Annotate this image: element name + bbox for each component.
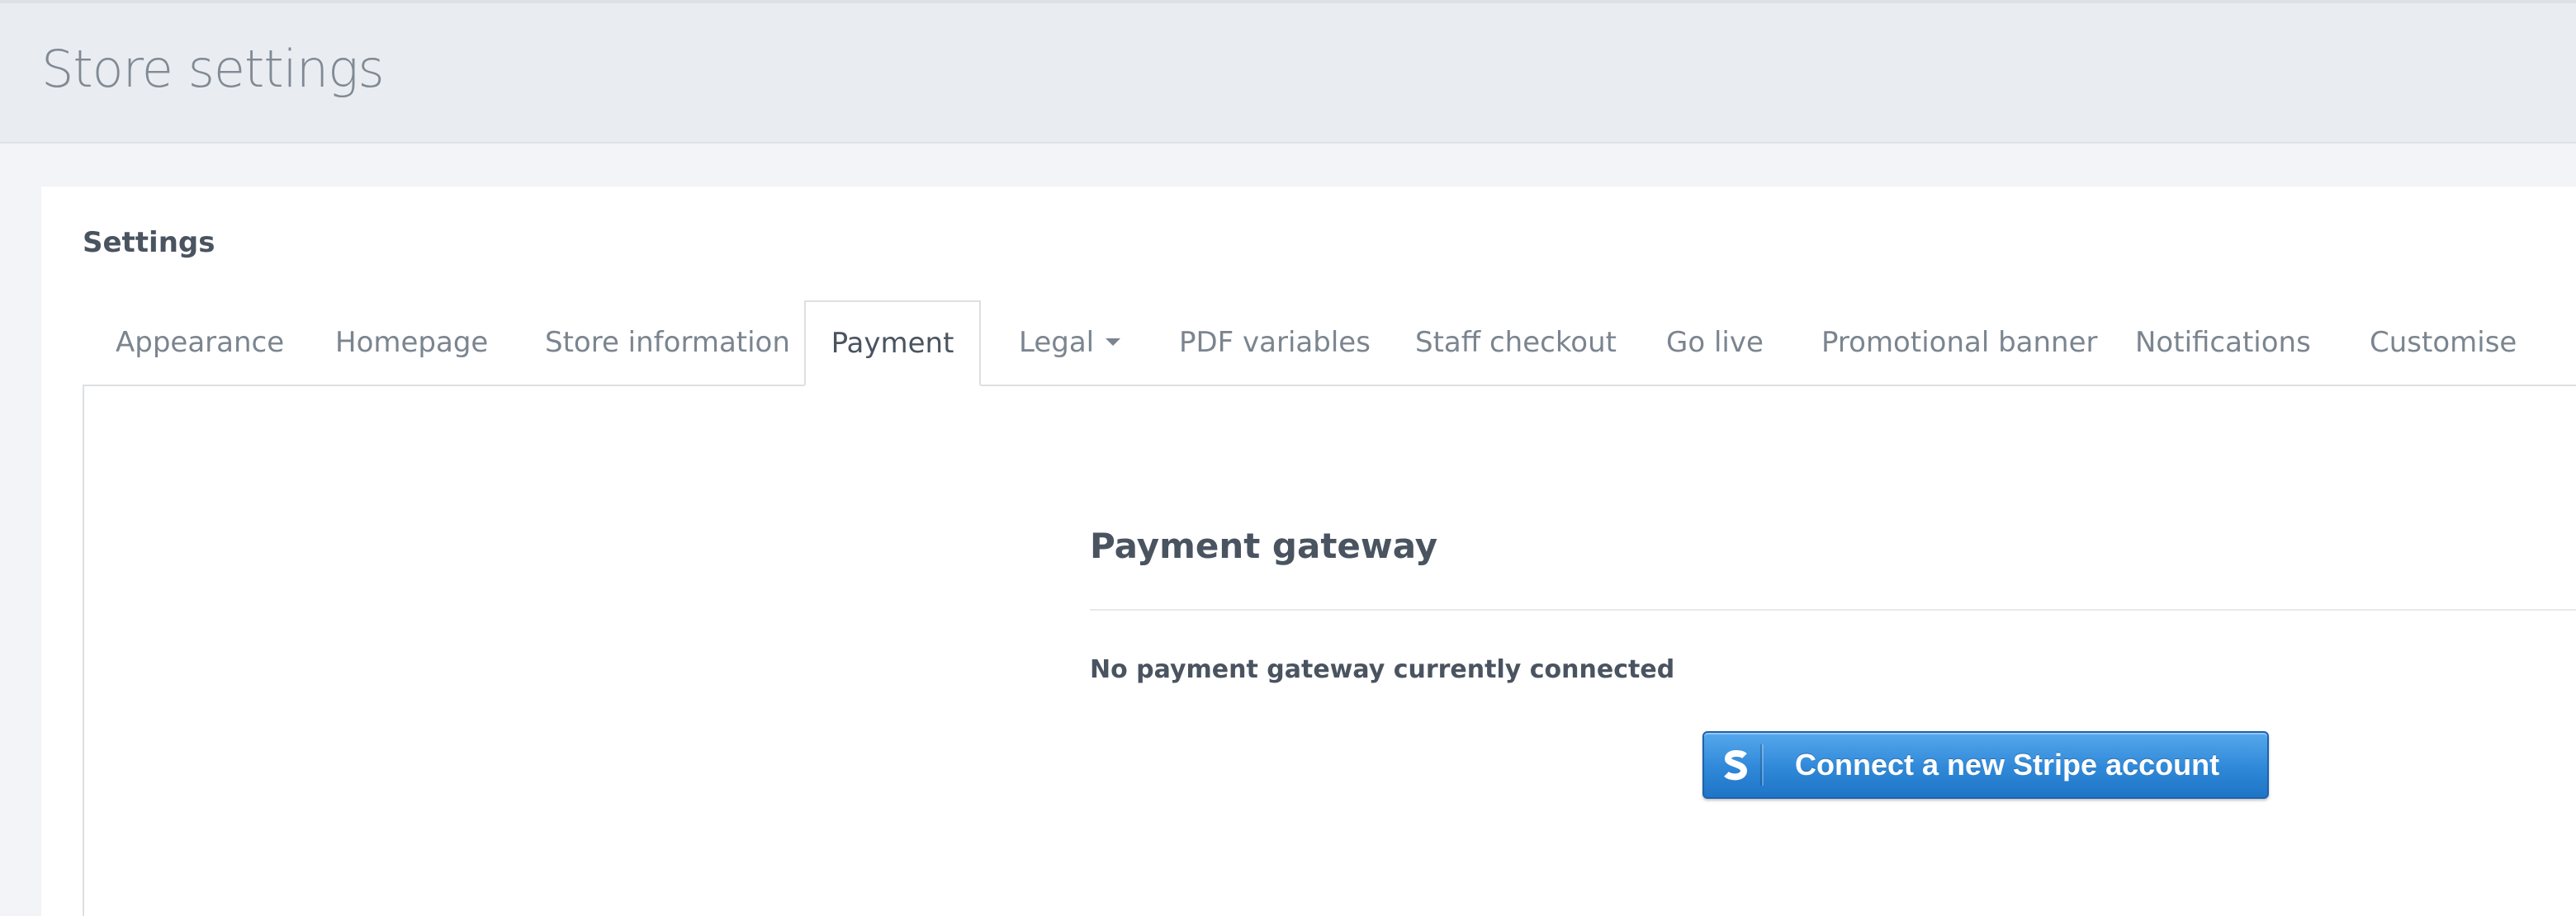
settings-tabs: Appearance Homepage Store information Pa…: [83, 300, 2576, 386]
connect-stripe-button[interactable]: Connect a new Stripe account: [1702, 731, 2269, 799]
tab-payment[interactable]: Payment: [804, 300, 981, 386]
tab-notifications[interactable]: Notifications: [2135, 300, 2311, 385]
gateway-status-text: No payment gateway currently connected: [1090, 655, 1675, 684]
tab-go-live[interactable]: Go live: [1666, 300, 1764, 385]
tab-store-information[interactable]: Store information: [545, 300, 790, 385]
tab-appearance[interactable]: Appearance: [116, 300, 284, 385]
panel-heading: Settings: [83, 226, 215, 259]
connect-stripe-label: Connect a new Stripe account: [1795, 748, 2220, 781]
tab-customise[interactable]: Customise: [2370, 300, 2517, 385]
tab-promotional-banner[interactable]: Promotional banner: [1821, 300, 2098, 385]
chevron-down-icon: [1106, 338, 1121, 346]
page-title: Store settings: [41, 39, 385, 99]
payment-tab-content: Payment gateway No payment gateway curre…: [83, 385, 2576, 916]
section-divider: [1090, 609, 2576, 611]
settings-panel: Settings Appearance Homepage Store infor…: [41, 187, 2576, 916]
section-title: Payment gateway: [1090, 526, 1438, 566]
tab-legal[interactable]: Legal: [1019, 300, 1121, 385]
stripe-s-icon: [1719, 744, 1762, 786]
page-header: Store settings: [0, 0, 2576, 144]
tab-pdf-variables[interactable]: PDF variables: [1179, 300, 1371, 385]
tab-homepage[interactable]: Homepage: [335, 300, 488, 385]
tab-staff-checkout[interactable]: Staff checkout: [1415, 300, 1617, 385]
tab-legal-label: Legal: [1019, 326, 1095, 359]
